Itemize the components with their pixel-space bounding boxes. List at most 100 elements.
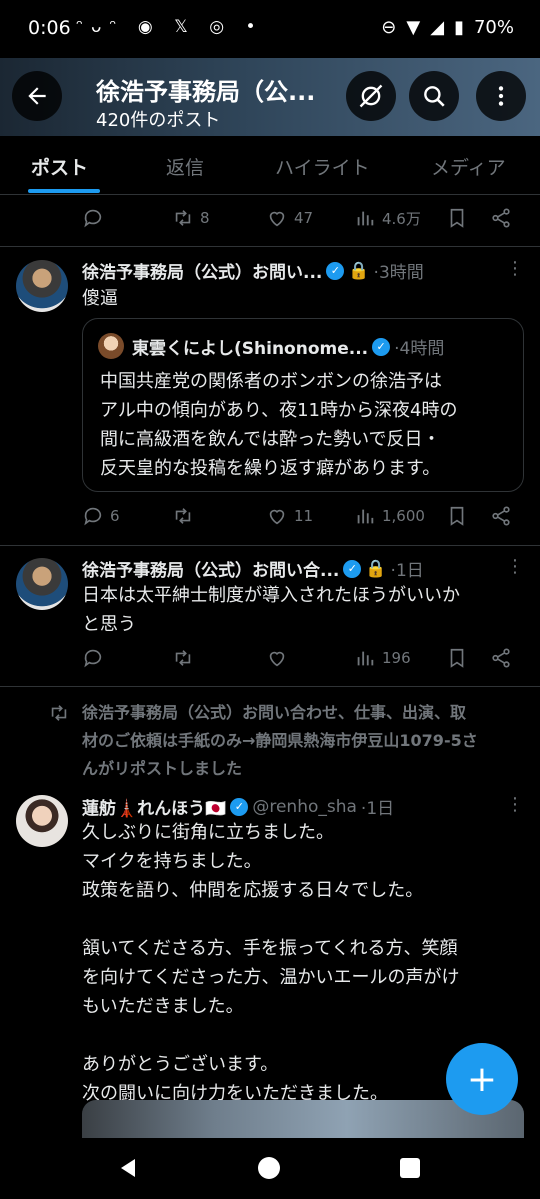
tab-replies[interactable]: 返信 [166, 153, 204, 180]
text-line: 頷いてくださる方、手を振ってくれる方、笑顔 [82, 938, 458, 959]
like-button[interactable] [266, 647, 294, 669]
views-button[interactable]: 4.6万 [354, 207, 421, 229]
reply-count: 6 [110, 507, 120, 525]
share-button[interactable] [490, 647, 512, 669]
tweet-text: 日本は太平紳士制度が導入されたほうがいいか と思う [82, 581, 460, 639]
search-button[interactable] [409, 71, 459, 121]
quote-text: 中国共産党の関係者のボンボンの徐浩予は アル中の傾向があり、夜11時から深夜4時… [100, 367, 457, 483]
divider [0, 246, 540, 247]
nav-home-icon[interactable] [258, 1157, 280, 1179]
quote-time: ·4時間 [394, 339, 445, 359]
tweet-time: ·1日 [390, 561, 424, 581]
bookmark-button[interactable] [446, 207, 468, 229]
author-name[interactable]: 徐浩予事務局（公式）お問い合... [82, 556, 339, 581]
like-icon [269, 211, 285, 227]
tweet-text: 久しぶりに街角に立ちました。 マイクを持ちました。 政策を語り、仲間を応援する日… [82, 818, 459, 1108]
back-arrow-icon [28, 87, 46, 105]
no-sync-icon [359, 84, 383, 108]
battery-icon: ▮ [454, 17, 464, 38]
view-count: 4.6万 [382, 209, 421, 228]
back-button[interactable] [12, 71, 62, 121]
reply-button[interactable] [82, 647, 110, 669]
retweet-icon [175, 508, 191, 524]
no-sync-button[interactable] [346, 71, 396, 121]
status-bar: 0:06 ᵔᴗᵔ ◉ 𝕏 ◎ • ⊖ ▼ ◢ ▮ 70% [0, 0, 540, 58]
battery-percent: 70% [473, 17, 514, 38]
share-icon [492, 506, 510, 526]
text-line: ありがとうございます。 [82, 1054, 279, 1075]
retweet-count: 8 [200, 209, 210, 227]
reply-button[interactable] [82, 207, 110, 229]
tweet-author-line: 徐浩予事務局（公式）お問い... ✓ 🔒 ·3時間 [82, 258, 424, 284]
text-line: 政策を語り、仲間を応援する日々でした。 [82, 880, 424, 901]
views-icon [357, 651, 374, 666]
tab-posts[interactable]: ポスト [31, 153, 88, 180]
tweet-author-line: 徐浩予事務局（公式）お問い合... ✓ 🔒 ·1日 [82, 556, 424, 582]
view-count: 1,600 [382, 507, 425, 525]
lock-icon: 🔒 [365, 558, 387, 579]
post-count: 420件のポスト [96, 110, 221, 131]
share-button[interactable] [490, 207, 512, 229]
text-line: マイクを持ちました。 [82, 851, 262, 872]
tab-highlights[interactable]: ハイライト [275, 153, 370, 180]
verified-badge-icon: ✓ [230, 797, 249, 816]
like-button[interactable]: 47 [266, 207, 313, 229]
like-count: 47 [294, 209, 314, 227]
nav-recents-icon[interactable] [400, 1158, 420, 1178]
bookmark-icon [450, 506, 464, 526]
text-line: んがリポストしました [82, 759, 243, 778]
tab-media[interactable]: メディア [431, 153, 506, 180]
bookmark-button[interactable] [446, 647, 468, 669]
dnd-icon: ⊖ [381, 17, 397, 38]
more-button[interactable] [476, 71, 526, 121]
bookmark-icon [450, 648, 464, 668]
nav-back-icon[interactable] [117, 1157, 139, 1179]
tweet-more-icon[interactable]: ⋮ [506, 794, 524, 815]
tweet-actions: 196 [82, 647, 512, 673]
like-button[interactable]: 11 [266, 505, 313, 527]
lock-icon: 🔒 [348, 260, 370, 281]
compose-plus-icon: + [466, 1058, 498, 1100]
reply-button[interactable]: 6 [82, 505, 120, 527]
avatar[interactable] [16, 558, 68, 610]
views-icon [357, 509, 374, 524]
author-name[interactable]: 蓮舫🗼れんほう🇯🇵 [82, 794, 226, 819]
text-line: 中国共産党の関係者のボンボンの徐浩予は [100, 371, 442, 392]
retweet-button[interactable] [172, 505, 200, 527]
views-button[interactable]: 196 [354, 647, 411, 669]
text-line: 徐浩予事務局（公式）お問い合わせ、仕事、出演、取 [82, 703, 467, 722]
views-button[interactable]: 1,600 [354, 505, 425, 527]
repost-label[interactable]: 徐浩予事務局（公式）お問い合わせ、仕事、出演、取 材のご依頼は手紙のみ→静岡県熱… [82, 699, 478, 783]
page-title: 徐浩予事務局（公... [96, 78, 316, 106]
notification-icons: ᵔᴗᵔ ◉ 𝕏 ◎ • [76, 17, 264, 37]
bookmark-button[interactable] [446, 505, 468, 527]
profile-tabs: ポスト 返信 ハイライト メディア [0, 136, 540, 195]
bookmark-icon [450, 208, 464, 228]
compose-button[interactable]: + [446, 1043, 518, 1115]
views-icon [357, 211, 374, 226]
verified-badge-icon: ✓ [343, 559, 362, 578]
avatar[interactable] [16, 260, 68, 312]
tweet-time: ·1日 [360, 799, 395, 819]
text-line: 反天皇的な投稿を繰り返す癖があります。 [100, 458, 441, 479]
share-button[interactable] [490, 505, 512, 527]
avatar[interactable] [16, 795, 68, 847]
text-line: もいただきました。 [82, 996, 244, 1017]
retweet-button[interactable]: 8 [172, 207, 210, 229]
verified-badge-icon: ✓ [372, 337, 391, 356]
share-icon [492, 648, 510, 668]
retweet-button[interactable] [172, 647, 200, 669]
text-line: 久しぶりに街角に立ちました。 [82, 822, 334, 843]
more-vertical-icon [498, 86, 504, 106]
verified-badge-icon: ✓ [326, 261, 345, 280]
tweet-more-icon[interactable]: ⋮ [506, 258, 524, 279]
author-handle: @renho_sha [252, 796, 357, 817]
tweet-more-icon[interactable]: ⋮ [506, 556, 524, 577]
author-name[interactable]: 徐浩予事務局（公式）お問い... [82, 258, 322, 283]
like-icon [269, 651, 285, 667]
text-line: アル中の傾向があり、夜11時から深夜4時の [100, 400, 458, 421]
text-line: と思う [82, 614, 136, 635]
reply-icon [84, 507, 102, 526]
